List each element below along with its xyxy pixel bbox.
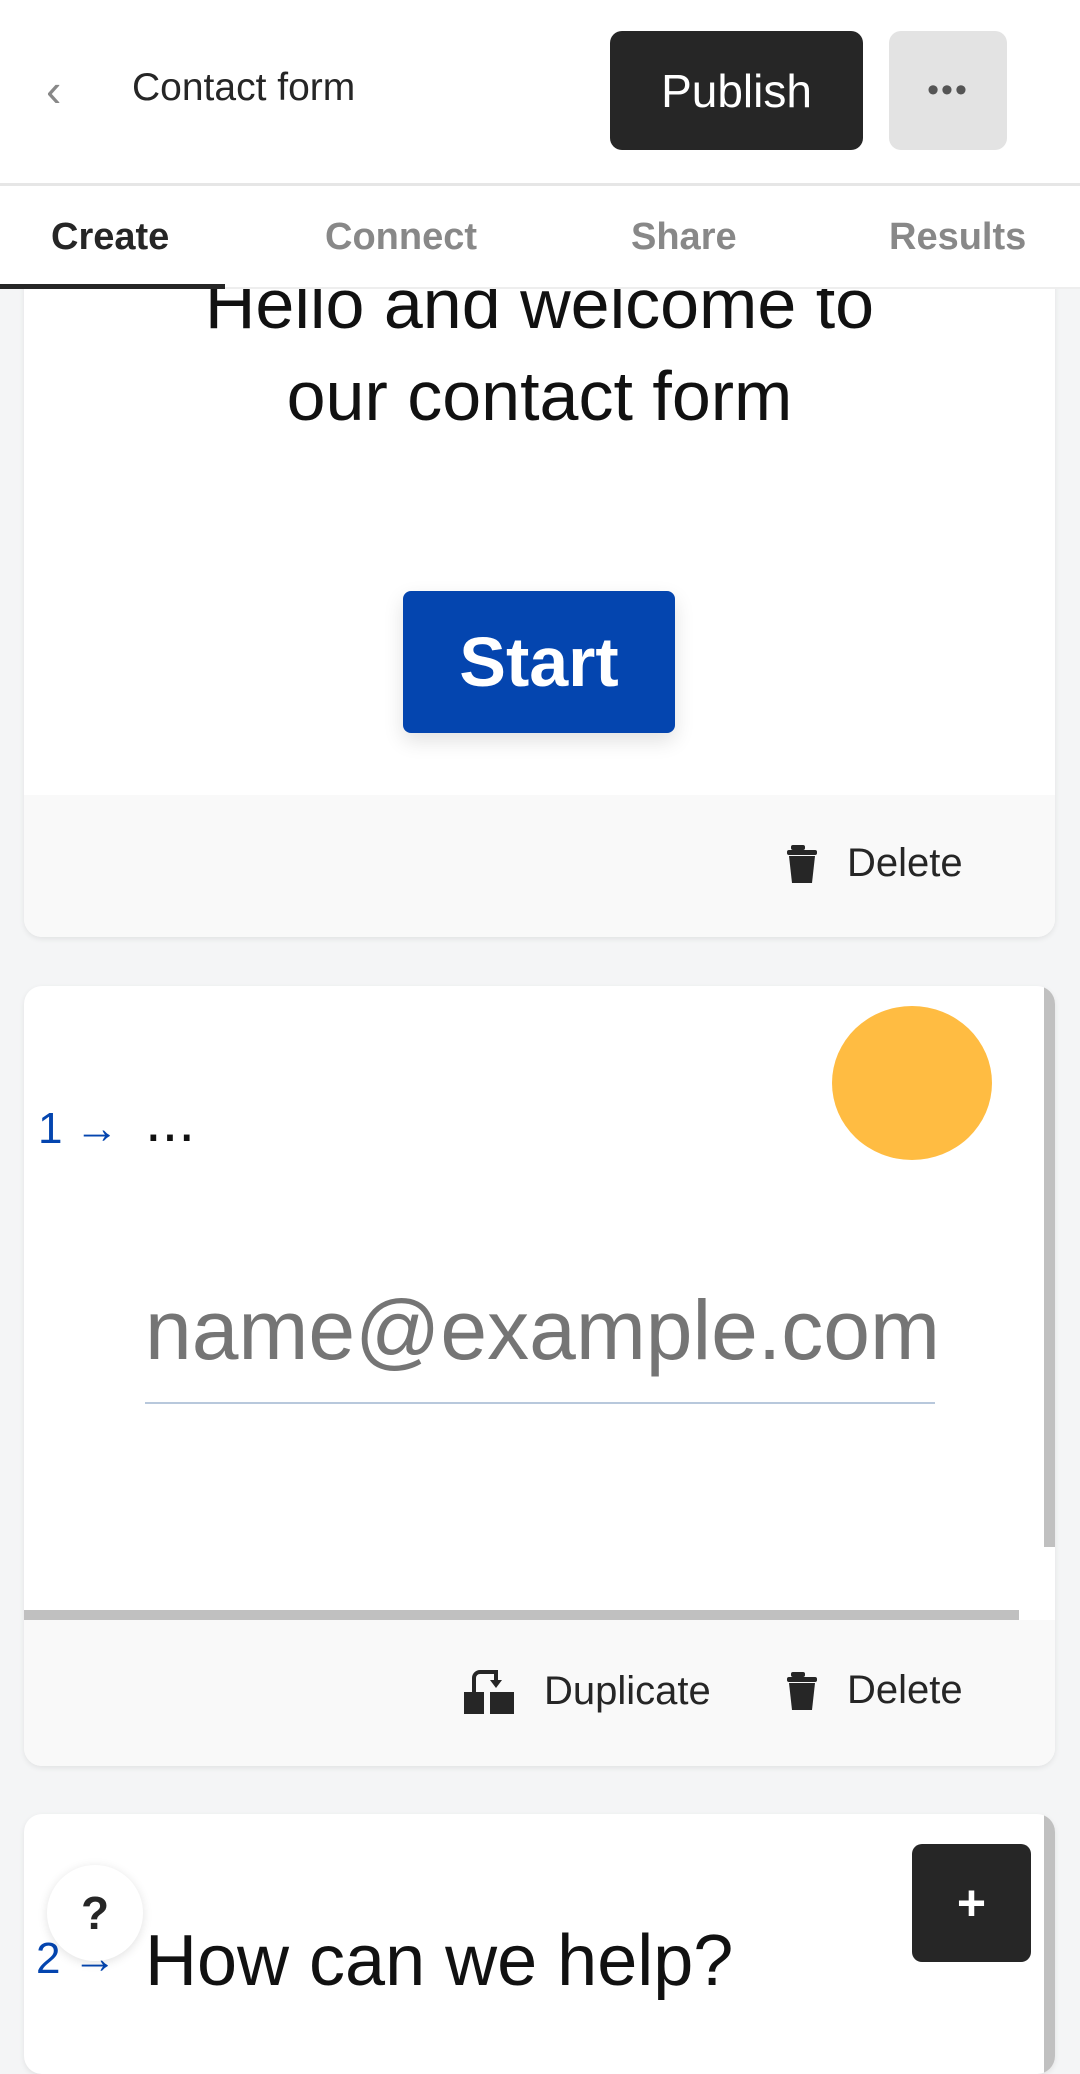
question-number: 1 → bbox=[38, 1104, 119, 1153]
tab-create[interactable]: Create bbox=[51, 216, 169, 259]
vertical-scrollbar[interactable] bbox=[1044, 986, 1055, 1547]
more-options-button[interactable]: ••• bbox=[889, 31, 1007, 150]
welcome-title-line2: our contact form bbox=[286, 357, 793, 435]
tab-bar: Create Connect Share Results bbox=[0, 186, 1080, 289]
delete-button[interactable]: Delete bbox=[787, 1668, 963, 1713]
delete-label: Delete bbox=[847, 841, 963, 885]
tab-connect[interactable]: Connect bbox=[325, 216, 477, 259]
question-text: How can we help? bbox=[145, 1921, 734, 2001]
duplicate-icon bbox=[464, 1670, 514, 1714]
page-title: Contact form bbox=[132, 66, 356, 109]
delete-label: Delete bbox=[847, 1668, 963, 1712]
delete-button[interactable]: Delete bbox=[787, 841, 963, 886]
add-button[interactable]: + bbox=[912, 1844, 1031, 1962]
duplicate-label: Duplicate bbox=[544, 1668, 711, 1713]
active-tab-indicator bbox=[0, 284, 225, 289]
email-input[interactable] bbox=[145, 1258, 935, 1404]
arrow-right-icon: → bbox=[74, 1104, 119, 1153]
card-footer: Delete bbox=[24, 795, 1055, 937]
help-button[interactable]: ? bbox=[47, 1865, 143, 1961]
vertical-scrollbar[interactable] bbox=[1044, 1814, 1055, 2074]
chevron-left-icon[interactable]: ‹ bbox=[46, 67, 86, 113]
tab-results[interactable]: Results bbox=[889, 216, 1026, 259]
publish-button[interactable]: Publish bbox=[610, 31, 863, 150]
avatar bbox=[832, 1006, 992, 1160]
header: ‹ Contact form Publish ••• bbox=[0, 0, 1080, 186]
question-card-2[interactable]: 2 → How can we help? + bbox=[24, 1814, 1055, 2074]
trash-icon bbox=[787, 844, 817, 883]
question-text: ... bbox=[145, 1087, 196, 1154]
question-card-1[interactable]: 1 → ... Duplicate Delete bbox=[24, 986, 1055, 1766]
start-button[interactable]: Start bbox=[403, 591, 675, 733]
card-footer: Duplicate Delete bbox=[24, 1620, 1055, 1766]
tab-share[interactable]: Share bbox=[631, 216, 737, 259]
duplicate-button[interactable]: Duplicate bbox=[464, 1668, 711, 1714]
horizontal-scrollbar[interactable] bbox=[24, 1610, 1019, 1620]
trash-icon bbox=[787, 1671, 817, 1710]
